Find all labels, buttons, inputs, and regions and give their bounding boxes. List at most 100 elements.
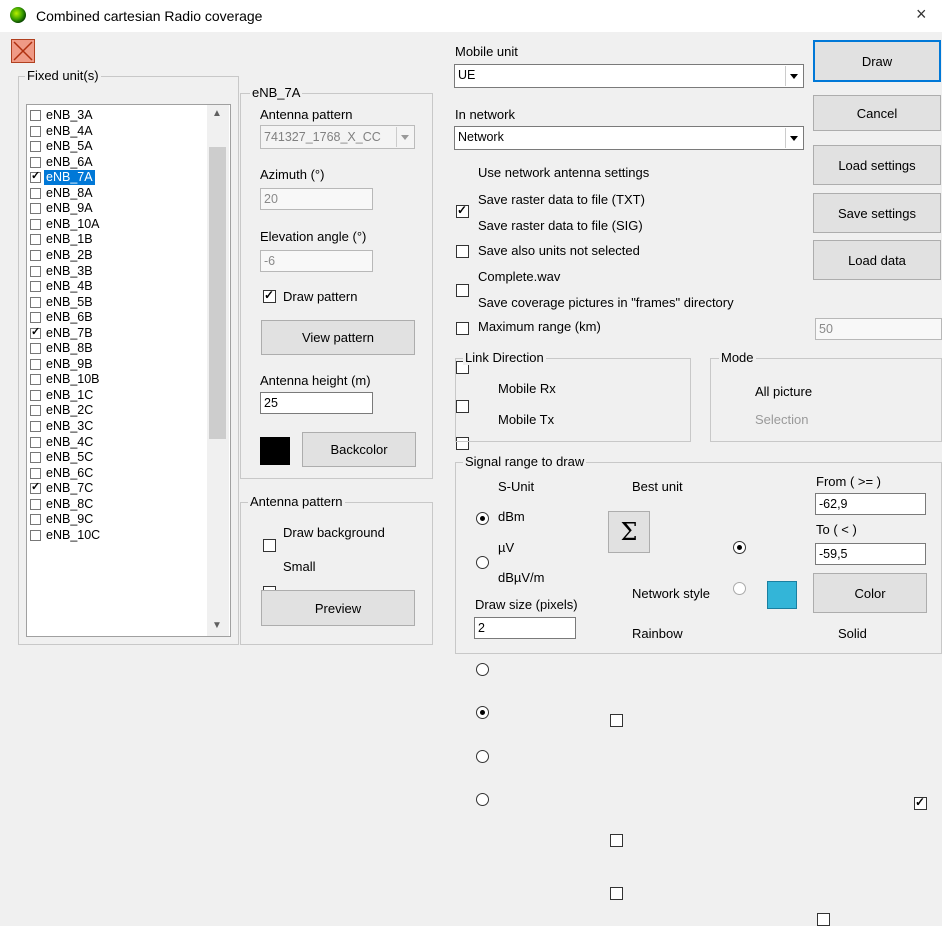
list-item[interactable]: eNB_9C <box>30 512 208 527</box>
scroll-thumb[interactable] <box>209 147 226 439</box>
list-item-checkbox[interactable] <box>30 187 41 199</box>
antenna-pattern-select[interactable]: 741327_1768_X_CC <box>260 125 415 149</box>
list-item[interactable]: eNB_4A <box>30 124 208 139</box>
list-item-checkbox[interactable] <box>30 514 41 526</box>
option-checkbox[interactable] <box>456 322 469 335</box>
azimuth-input[interactable]: 20 <box>260 188 373 210</box>
list-item-checkbox[interactable] <box>30 296 41 308</box>
list-item[interactable]: eNB_10B <box>30 372 208 387</box>
list-item-checkbox[interactable] <box>30 421 41 432</box>
preview-button[interactable]: Preview <box>261 590 415 626</box>
list-item[interactable]: eNB_3C <box>30 419 208 434</box>
list-item[interactable]: ✓ eNB_7B <box>30 326 208 341</box>
backcolor-button[interactable]: Backcolor <box>302 432 416 467</box>
draw-button[interactable]: Draw <box>813 40 941 82</box>
list-item-checkbox[interactable] <box>30 452 41 464</box>
uv-radio[interactable] <box>476 750 489 763</box>
list-item-checkbox[interactable] <box>30 467 41 479</box>
list-item-checkbox[interactable] <box>30 498 41 510</box>
list-item[interactable]: eNB_5C <box>30 450 208 465</box>
list-item[interactable]: eNB_8A <box>30 186 208 201</box>
list-item-checkbox[interactable] <box>30 389 41 401</box>
list-item-checkbox[interactable]: ✓ <box>30 481 41 495</box>
list-item-checkbox[interactable] <box>30 405 41 417</box>
list-item-checkbox[interactable] <box>30 156 41 168</box>
option-checkbox[interactable] <box>456 284 469 297</box>
list-item[interactable]: eNB_5B <box>30 295 208 310</box>
max-range-input[interactable]: 50 <box>815 318 942 340</box>
network-style-checkbox[interactable] <box>610 834 623 847</box>
list-item[interactable]: eNB_3A <box>30 108 208 123</box>
list-item-checkbox[interactable] <box>30 358 41 370</box>
list-item-checkbox[interactable] <box>30 343 41 355</box>
save-settings-button[interactable]: Save settings <box>813 193 941 233</box>
scroll-up-icon[interactable]: ▲ <box>212 108 222 119</box>
list-item[interactable]: eNB_4C <box>30 435 208 450</box>
list-item[interactable]: eNB_1B <box>30 232 208 247</box>
list-item[interactable]: eNB_3B <box>30 264 208 279</box>
network-select[interactable]: Network <box>454 126 804 150</box>
list-item-checkbox[interactable] <box>30 436 41 448</box>
list-item[interactable]: eNB_6C <box>30 466 208 481</box>
list-item[interactable]: eNB_8C <box>30 497 208 512</box>
from-input[interactable]: -62,9 <box>815 493 926 515</box>
color-button[interactable]: Color <box>813 573 927 613</box>
list-item[interactable]: ✓ eNB_7C <box>30 481 208 496</box>
chevron-down-icon[interactable] <box>785 128 802 148</box>
list-item-checkbox[interactable] <box>30 203 41 215</box>
solid-checkbox[interactable] <box>817 913 830 926</box>
list-item[interactable]: eNB_2B <box>30 248 208 263</box>
delete-icon[interactable] <box>11 39 35 63</box>
dbuvm-radio[interactable] <box>476 793 489 806</box>
list-item-checkbox[interactable]: ✓ <box>30 326 41 339</box>
list-item-checkbox[interactable]: ✓ <box>30 170 41 184</box>
list-item[interactable]: eNB_5A <box>30 139 208 154</box>
draw-pattern-checkbox[interactable]: ✓ <box>263 288 276 303</box>
list-item-checkbox[interactable] <box>30 529 41 541</box>
best-unit-checkbox[interactable] <box>610 714 623 727</box>
load-settings-button[interactable]: Load settings <box>813 145 941 185</box>
list-item[interactable]: eNB_9A <box>30 201 208 216</box>
list-item[interactable]: eNB_10A <box>30 217 208 232</box>
list-item-checkbox[interactable] <box>30 281 41 293</box>
list-item[interactable]: ✓ eNB_7A <box>30 170 208 186</box>
list-item[interactable]: eNB_6B <box>30 310 208 325</box>
list-item-checkbox[interactable] <box>30 234 41 246</box>
load-data-button[interactable]: Load data <box>813 240 941 280</box>
list-item-checkbox[interactable] <box>30 218 41 230</box>
list-item-checkbox[interactable] <box>30 265 41 277</box>
to-input[interactable]: -59,5 <box>815 543 926 565</box>
list-item[interactable]: eNB_1C <box>30 388 208 403</box>
view-pattern-button[interactable]: View pattern <box>261 320 415 355</box>
draw-size-input[interactable]: 2 <box>474 617 576 639</box>
list-item-checkbox[interactable] <box>30 110 41 121</box>
list-item[interactable]: eNB_10C <box>30 528 208 543</box>
list-item[interactable]: eNB_6A <box>30 155 208 170</box>
s-unit-radio[interactable] <box>476 663 489 676</box>
option-checkbox[interactable] <box>456 245 469 258</box>
draw-background-checkbox[interactable] <box>263 539 276 552</box>
cancel-button[interactable]: Cancel <box>813 95 941 131</box>
chevron-down-icon[interactable] <box>785 66 802 86</box>
list-item-checkbox[interactable] <box>30 374 41 386</box>
list-item[interactable]: eNB_8B <box>30 341 208 356</box>
mobile-unit-select[interactable]: UE <box>454 64 804 88</box>
rainbow-checkbox[interactable] <box>610 887 623 900</box>
dbm-radio[interactable] <box>476 706 489 719</box>
list-item-checkbox[interactable] <box>30 249 41 261</box>
elevation-input[interactable]: -6 <box>260 250 373 272</box>
chevron-down-icon[interactable] <box>396 127 413 147</box>
list-item-checkbox[interactable] <box>30 141 41 153</box>
to-checkbox[interactable]: ✓ <box>914 795 927 810</box>
list-item-checkbox[interactable] <box>30 125 41 137</box>
list-item-checkbox[interactable] <box>30 312 41 324</box>
scroll-down-icon[interactable]: ▼ <box>212 620 222 631</box>
option-checkbox[interactable]: ✓ <box>456 203 469 218</box>
list-item[interactable]: eNB_2C <box>30 403 208 418</box>
antenna-height-input[interactable]: 25 <box>260 392 373 414</box>
fixed-units-list[interactable]: eNB_3A eNB_4A eNB_5A eNB_6A ✓ eNB_7A eNB_8A eNB… <box>26 104 231 637</box>
sigma-button[interactable]: Σ <box>608 511 650 553</box>
list-item[interactable]: eNB_4B <box>30 279 208 294</box>
list-item[interactable]: eNB_9B <box>30 357 208 372</box>
close-icon[interactable]: × <box>916 4 927 25</box>
